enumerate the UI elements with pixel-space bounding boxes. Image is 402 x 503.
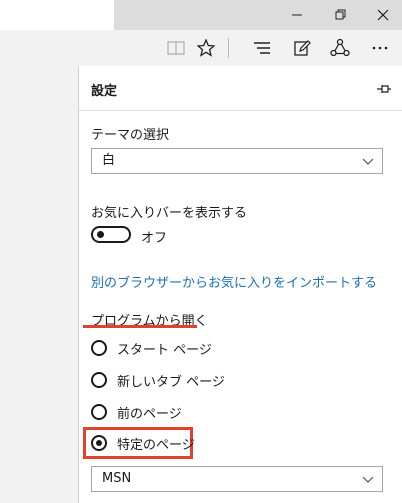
favorite-star-icon (197, 39, 215, 57)
radio-new-tab-page[interactable]: 新しいタブ ページ (91, 368, 225, 392)
toolbar-separator (228, 38, 229, 58)
radio-button (91, 372, 107, 388)
theme-label: テーマの選択 (91, 128, 170, 143)
specific-page-value: MSN (102, 471, 132, 486)
title-bar-blank (0, 0, 114, 30)
panel-divider (79, 110, 402, 111)
restore-icon (335, 9, 346, 20)
share-button[interactable] (322, 30, 358, 66)
restore-button[interactable] (322, 0, 360, 30)
minimize-icon (292, 14, 302, 16)
panel-title: 設定 (91, 84, 118, 99)
favbar-label: お気に入りバーを表示する (91, 206, 248, 221)
favbar-toggle-text: オフ (141, 231, 168, 246)
hub-button[interactable] (244, 30, 280, 66)
chevron-down-icon (362, 476, 374, 483)
pin-icon (377, 85, 391, 93)
hub-icon (254, 42, 270, 54)
radio-start-page[interactable]: スタート ページ (91, 336, 212, 360)
minimize-button[interactable] (278, 0, 316, 30)
pin-button[interactable] (376, 80, 392, 99)
favbar-toggle[interactable] (91, 226, 131, 243)
radio-label: 特定のページ (117, 437, 195, 453)
chevron-down-icon (362, 158, 374, 165)
import-favorites-link[interactable]: 別のブラウザーからお気に入りをインポートする (91, 272, 377, 291)
web-note-icon (294, 40, 311, 56)
share-icon (330, 38, 350, 57)
favorites-button[interactable] (188, 30, 224, 66)
radio-previous-page[interactable]: 前のページ (91, 400, 182, 424)
radio-label: 新しいタブ ページ (117, 374, 225, 390)
close-icon (377, 9, 389, 21)
annotation-underline (83, 325, 197, 328)
theme-select[interactable]: 白 (91, 148, 383, 174)
specific-page-select[interactable]: MSN (91, 466, 383, 492)
browser-toolbar (0, 30, 402, 66)
settings-panel: 設定 テーマの選択 白 お気に入りバーを表示する オフ 別のブラウザーからお気に… (78, 66, 402, 503)
more-icon (372, 46, 388, 50)
theme-select-value: 白 (102, 153, 116, 168)
radio-button (91, 404, 107, 420)
close-window-button[interactable] (364, 0, 402, 30)
title-bar (114, 0, 402, 30)
page-background (0, 66, 78, 503)
radio-label: 前のページ (117, 406, 182, 422)
reading-view-icon (167, 41, 185, 56)
radio-specific-page[interactable]: 特定のページ (91, 431, 195, 455)
radio-button (91, 340, 107, 356)
web-note-button[interactable] (284, 30, 320, 66)
radio-label: スタート ページ (117, 342, 212, 358)
radio-button-checked (91, 435, 107, 451)
more-button[interactable] (362, 30, 398, 66)
toggle-knob (97, 231, 104, 238)
